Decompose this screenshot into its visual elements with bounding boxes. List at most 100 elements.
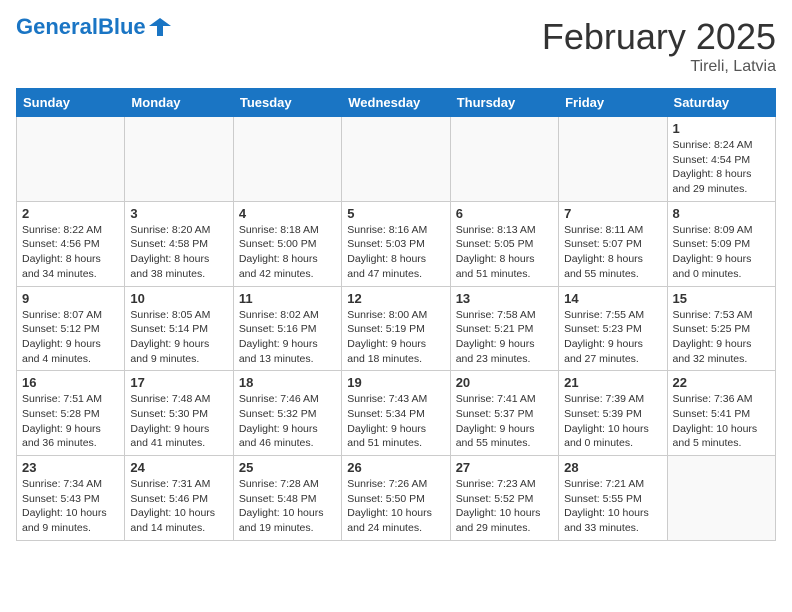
day-info: Sunrise: 7:36 AM Sunset: 5:41 PM Dayligh… [673, 392, 770, 451]
logo-text: GeneralBlue [16, 16, 146, 38]
day-number: 2 [22, 206, 119, 221]
day-number: 4 [239, 206, 336, 221]
weekday-header-tuesday: Tuesday [233, 89, 341, 117]
weekday-header-saturday: Saturday [667, 89, 775, 117]
calendar-cell: 11 Sunrise: 8:02 AM Sunset: 5:16 PM Dayli… [233, 286, 341, 371]
weekday-header-friday: Friday [559, 89, 667, 117]
location: Tireli, Latvia [542, 58, 776, 76]
day-info: Sunrise: 8:20 AM Sunset: 4:58 PM Dayligh… [130, 223, 227, 282]
calendar-cell: 16Sunrise: 7:51 AM Sunset: 5:28 PM Dayli… [17, 371, 125, 456]
calendar-cell: 23 Sunrise: 7:34 AM Sunset: 5:43 PM Dayli… [17, 456, 125, 541]
day-number: 15 [673, 291, 770, 306]
day-info: Sunrise: 7:31 AM Sunset: 5:46 PM Dayligh… [130, 477, 227, 536]
weekday-header-monday: Monday [125, 89, 233, 117]
calendar-cell: 27Sunrise: 7:23 AM Sunset: 5:52 PM Dayli… [450, 456, 558, 541]
day-number: 23 [22, 460, 119, 475]
weekday-header-wednesday: Wednesday [342, 89, 450, 117]
day-number: 9 [22, 291, 119, 306]
day-number: 24 [130, 460, 227, 475]
day-info: Sunrise: 8:22 AM Sunset: 4:56 PM Dayligh… [22, 223, 119, 282]
calendar-cell: 6 Sunrise: 8:13 AM Sunset: 5:05 PM Daylig… [450, 201, 558, 286]
day-number: 19 [347, 375, 444, 390]
day-info: Sunrise: 7:28 AM Sunset: 5:48 PM Dayligh… [239, 477, 336, 536]
day-info: Sunrise: 8:18 AM Sunset: 5:00 PM Dayligh… [239, 223, 336, 282]
day-number: 13 [456, 291, 553, 306]
day-number: 1 [673, 121, 770, 136]
calendar-cell: 15 Sunrise: 7:53 AM Sunset: 5:25 PM Dayli… [667, 286, 775, 371]
day-number: 22 [673, 375, 770, 390]
day-info: Sunrise: 7:53 AM Sunset: 5:25 PM Dayligh… [673, 308, 770, 367]
day-info: Sunrise: 7:39 AM Sunset: 5:39 PM Dayligh… [564, 392, 661, 451]
logo: GeneralBlue [16, 16, 171, 38]
day-info: Sunrise: 8:07 AM Sunset: 5:12 PM Dayligh… [22, 308, 119, 367]
day-info: Sunrise: 7:41 AM Sunset: 5:37 PM Dayligh… [456, 392, 553, 451]
calendar-cell [450, 117, 558, 202]
calendar-cell: 1 Sunrise: 8:24 AM Sunset: 4:54 PM Daylig… [667, 117, 775, 202]
day-info: Sunrise: 7:46 AM Sunset: 5:32 PM Dayligh… [239, 392, 336, 451]
calendar-cell: 2 Sunrise: 8:22 AM Sunset: 4:56 PM Daylig… [17, 201, 125, 286]
logo-bird-icon [149, 16, 171, 38]
day-number: 5 [347, 206, 444, 221]
calendar-cell: 21 Sunrise: 7:39 AM Sunset: 5:39 PM Dayli… [559, 371, 667, 456]
day-number: 8 [673, 206, 770, 221]
day-info: Sunrise: 8:00 AM Sunset: 5:19 PM Dayligh… [347, 308, 444, 367]
day-info: Sunrise: 8:16 AM Sunset: 5:03 PM Dayligh… [347, 223, 444, 282]
day-number: 11 [239, 291, 336, 306]
calendar-cell: 25 Sunrise: 7:28 AM Sunset: 5:48 PM Dayli… [233, 456, 341, 541]
calendar-cell: 12 Sunrise: 8:00 AM Sunset: 5:19 PM Dayli… [342, 286, 450, 371]
month-title: February 2025 [542, 16, 776, 58]
calendar-cell: 18 Sunrise: 7:46 AM Sunset: 5:32 PM Dayli… [233, 371, 341, 456]
calendar-cell: 17 Sunrise: 7:48 AM Sunset: 5:30 PM Dayli… [125, 371, 233, 456]
day-number: 17 [130, 375, 227, 390]
day-info: Sunrise: 8:02 AM Sunset: 5:16 PM Dayligh… [239, 308, 336, 367]
day-number: 6 [456, 206, 553, 221]
day-number: 16 [22, 375, 119, 390]
weekday-header-thursday: Thursday [450, 89, 558, 117]
day-info: Sunrise: 7:34 AM Sunset: 5:43 PM Dayligh… [22, 477, 119, 536]
day-info: Sunrise: 8:24 AM Sunset: 4:54 PM Dayligh… [673, 138, 770, 197]
calendar-table: SundayMondayTuesdayWednesdayThursdayFrid… [16, 88, 776, 541]
calendar-header-row: SundayMondayTuesdayWednesdayThursdayFrid… [17, 89, 776, 117]
page-header: GeneralBlue February 2025 Tireli, Latvia [16, 16, 776, 76]
calendar-week-1: 1 Sunrise: 8:24 AM Sunset: 4:54 PM Daylig… [17, 117, 776, 202]
day-info: Sunrise: 7:23 AM Sunset: 5:52 PM Dayligh… [456, 477, 553, 536]
weekday-header-sunday: Sunday [17, 89, 125, 117]
calendar-cell: 3 Sunrise: 8:20 AM Sunset: 4:58 PM Daylig… [125, 201, 233, 286]
day-number: 14 [564, 291, 661, 306]
calendar-cell: 8 Sunrise: 8:09 AM Sunset: 5:09 PM Daylig… [667, 201, 775, 286]
day-number: 3 [130, 206, 227, 221]
day-info: Sunrise: 7:48 AM Sunset: 5:30 PM Dayligh… [130, 392, 227, 451]
calendar-cell: 10Sunrise: 8:05 AM Sunset: 5:14 PM Dayli… [125, 286, 233, 371]
calendar-cell [125, 117, 233, 202]
calendar-week-5: 23 Sunrise: 7:34 AM Sunset: 5:43 PM Dayli… [17, 456, 776, 541]
day-info: Sunrise: 8:13 AM Sunset: 5:05 PM Dayligh… [456, 223, 553, 282]
day-number: 7 [564, 206, 661, 221]
calendar-week-4: 16Sunrise: 7:51 AM Sunset: 5:28 PM Dayli… [17, 371, 776, 456]
calendar-week-2: 2 Sunrise: 8:22 AM Sunset: 4:56 PM Daylig… [17, 201, 776, 286]
day-number: 12 [347, 291, 444, 306]
day-info: Sunrise: 7:55 AM Sunset: 5:23 PM Dayligh… [564, 308, 661, 367]
calendar-cell [667, 456, 775, 541]
calendar-cell [233, 117, 341, 202]
day-number: 18 [239, 375, 336, 390]
calendar-cell: 20 Sunrise: 7:41 AM Sunset: 5:37 PM Dayli… [450, 371, 558, 456]
day-info: Sunrise: 7:43 AM Sunset: 5:34 PM Dayligh… [347, 392, 444, 451]
calendar-cell [342, 117, 450, 202]
logo-blue: Blue [98, 14, 146, 39]
calendar-cell: 26Sunrise: 7:26 AM Sunset: 5:50 PM Dayli… [342, 456, 450, 541]
calendar-cell: 24 Sunrise: 7:31 AM Sunset: 5:46 PM Dayli… [125, 456, 233, 541]
calendar-cell: 7Sunrise: 8:11 AM Sunset: 5:07 PM Daylig… [559, 201, 667, 286]
title-block: February 2025 Tireli, Latvia [542, 16, 776, 76]
calendar-cell: 14 Sunrise: 7:55 AM Sunset: 5:23 PM Dayli… [559, 286, 667, 371]
day-number: 21 [564, 375, 661, 390]
day-info: Sunrise: 8:09 AM Sunset: 5:09 PM Dayligh… [673, 223, 770, 282]
calendar-cell: 9 Sunrise: 8:07 AM Sunset: 5:12 PM Daylig… [17, 286, 125, 371]
day-info: Sunrise: 7:58 AM Sunset: 5:21 PM Dayligh… [456, 308, 553, 367]
calendar-cell: 22 Sunrise: 7:36 AM Sunset: 5:41 PM Dayli… [667, 371, 775, 456]
day-number: 20 [456, 375, 553, 390]
day-number: 26 [347, 460, 444, 475]
calendar-cell [559, 117, 667, 202]
day-info: Sunrise: 7:21 AM Sunset: 5:55 PM Dayligh… [564, 477, 661, 536]
day-number: 25 [239, 460, 336, 475]
calendar-cell: 4 Sunrise: 8:18 AM Sunset: 5:00 PM Daylig… [233, 201, 341, 286]
